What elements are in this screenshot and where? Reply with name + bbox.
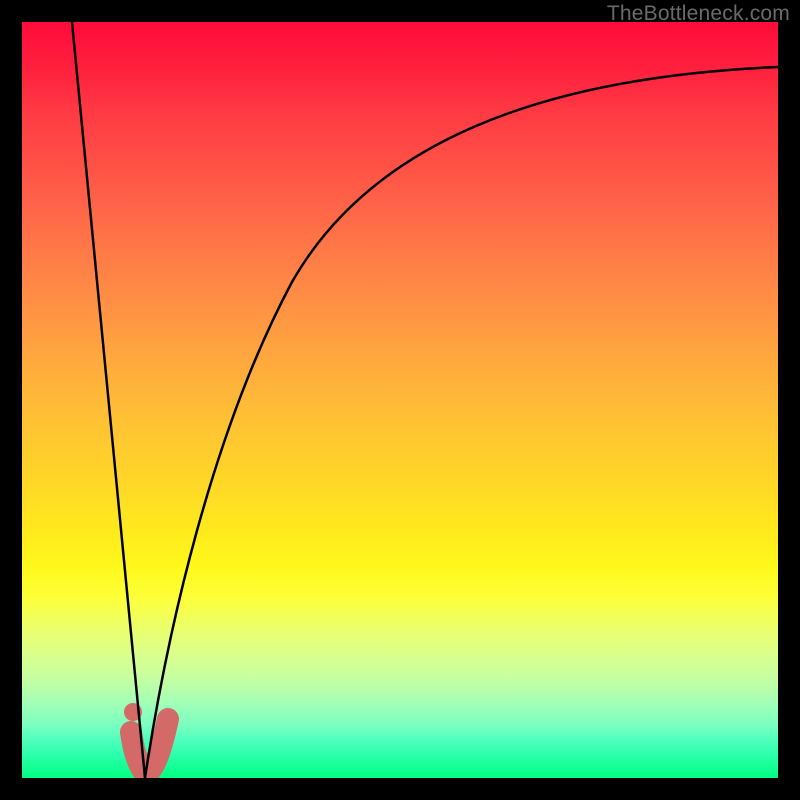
plot-area — [22, 22, 778, 778]
watermark-text: TheBottleneck.com — [607, 2, 790, 26]
curve-left-descent — [72, 22, 145, 778]
curve-layer — [22, 22, 778, 778]
curve-right-ascent — [145, 67, 778, 778]
outer-frame: TheBottleneck.com — [0, 0, 800, 800]
